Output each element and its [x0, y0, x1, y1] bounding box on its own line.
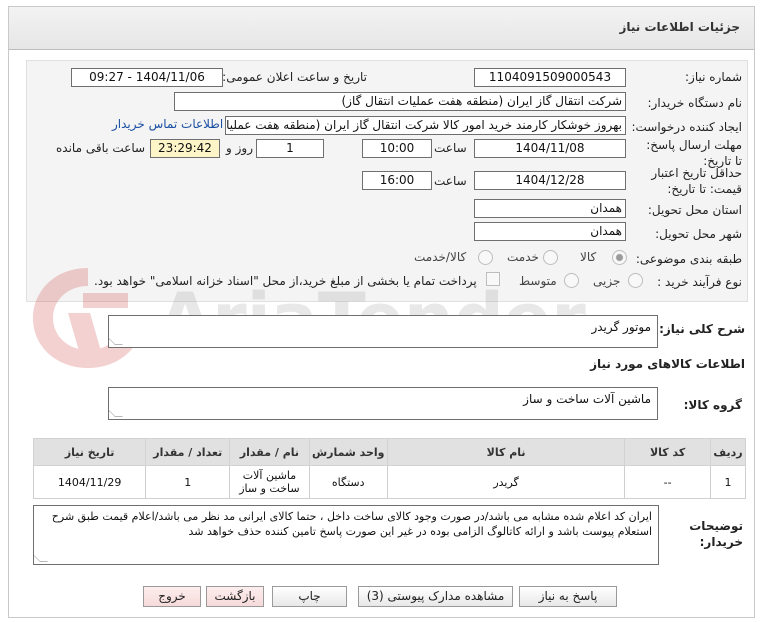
announce-label: تاریخ و ساعت اعلان عمومی: — [222, 70, 367, 84]
cell-name: گریدر — [386, 465, 626, 499]
title-bar: جزئیات اطلاعات نیاز — [8, 6, 755, 50]
category-option-both: کالا/خدمت — [414, 250, 467, 264]
goods-group-text: ماشین آلات ساخت و ساز — [523, 392, 651, 406]
remaining-label: ساعت باقی مانده — [56, 141, 146, 155]
category-label: طبقه بندی موضوعی: — [635, 252, 742, 266]
col-row: ردیف — [710, 438, 746, 466]
col-unit: واحد شمارش — [308, 438, 388, 466]
remaining-timer: 23:29:42 — [150, 139, 220, 158]
resize-handle-icon[interactable] — [109, 409, 123, 417]
description-field: موتور گریدر — [108, 315, 658, 348]
category-option-service: خدمت — [507, 250, 539, 264]
resize-handle-icon[interactable] — [34, 554, 48, 562]
reply-button[interactable]: پاسخ به نیاز — [519, 586, 617, 607]
creator-field: بهروز خوشکار کارمند خرید امور کالا شرکت … — [225, 116, 626, 135]
cell-unit: دستگاه — [308, 465, 388, 499]
days-field: 1 — [256, 139, 324, 158]
table-row[interactable]: 1 -- گریدر دستگاه ماشین آلات ساخت و ساز … — [32, 465, 746, 499]
description-label: شرح کلی نیاز: — [659, 322, 745, 336]
print-button[interactable]: چاپ — [272, 586, 347, 607]
treasury-note: پرداخت تمام یا بخشی از مبلغ خرید،از محل … — [94, 274, 477, 288]
buyer-field: شرکت انتقال گاز ایران (منطقه هفت عملیات … — [174, 92, 626, 111]
buyer-label: نام دستگاه خریدار: — [647, 96, 743, 110]
cell-group: ماشین آلات ساخت و ساز — [229, 465, 310, 499]
cell-qty: 1 — [145, 465, 231, 499]
city-field: همدان — [474, 222, 626, 241]
cell-code: -- — [624, 465, 712, 499]
exit-button[interactable]: خروج — [143, 586, 201, 607]
deadline-date-field: 1404/11/08 — [474, 139, 626, 158]
process-option-minor: جزیی — [593, 274, 621, 288]
goods-table: ردیف کد کالا نام کالا واحد شمارش نام / م… — [32, 438, 746, 499]
col-group: نام / مقدار — [229, 438, 310, 466]
buyer-contact-link[interactable]: اطلاعات تماس خریدار — [112, 117, 223, 131]
category-radio-goods[interactable] — [612, 250, 627, 265]
announce-field: 1404/11/06 - 09:27 — [71, 68, 223, 87]
deadline-time-label: ساعت — [434, 141, 467, 155]
buyer-notes-text: ایران کد اعلام شده مشابه می باشد/در صورت… — [51, 510, 652, 538]
validity-date-field: 1404/12/28 — [474, 171, 626, 190]
category-option-goods: کالا — [580, 250, 597, 264]
goods-group-field: ماشین آلات ساخت و ساز — [108, 387, 658, 420]
province-label: استان محل تحویل: — [647, 203, 742, 217]
back-button[interactable]: بازگشت — [206, 586, 264, 607]
treasury-checkbox[interactable] — [486, 272, 500, 286]
attachments-button[interactable]: مشاهده مدارک پیوستی (3) — [358, 586, 513, 607]
cell-row: 1 — [710, 465, 746, 499]
goods-section-title: اطلاعات کالاهای مورد نیاز — [590, 357, 745, 371]
buyer-notes-label: توضیحات خریدار: — [689, 519, 743, 549]
goods-group-label: گروه کالا: — [683, 398, 742, 412]
days-label: روز و — [226, 141, 253, 155]
col-name: نام کالا — [386, 438, 626, 466]
validity-label: حداقل تاریخ اعتبار قیمت: تا تاریخ: — [651, 166, 742, 196]
col-date: تاریخ نیاز — [32, 438, 147, 466]
process-radio-minor[interactable] — [628, 273, 643, 288]
col-qty: تعداد / مقدار — [145, 438, 231, 466]
col-code: کد کالا — [624, 438, 712, 466]
page-title: جزئیات اطلاعات نیاز — [619, 20, 740, 34]
creator-label: ایجاد کننده درخواست: — [631, 120, 742, 134]
process-radio-medium[interactable] — [564, 273, 579, 288]
process-option-medium: متوسط — [519, 274, 557, 288]
cell-date: 1404/11/29 — [32, 465, 147, 499]
buyer-notes-field: ایران کد اعلام شده مشابه می باشد/در صورت… — [33, 505, 659, 565]
category-radio-service[interactable] — [543, 250, 558, 265]
need-number-field: 1104091509000543 — [474, 68, 626, 87]
deadline-time-field: 10:00 — [362, 139, 432, 158]
description-text: موتور گریدر — [591, 320, 651, 334]
city-label: شهر محل تحویل: — [655, 227, 742, 241]
category-radio-both[interactable] — [478, 250, 493, 265]
need-number-label: شماره نیاز: — [685, 70, 742, 84]
table-header-row: ردیف کد کالا نام کالا واحد شمارش نام / م… — [32, 438, 746, 466]
validity-time-field: 16:00 — [362, 171, 432, 190]
process-label: نوع فرآیند خرید : — [657, 275, 742, 289]
province-field: همدان — [474, 199, 626, 218]
validity-time-label: ساعت — [434, 174, 467, 188]
resize-handle-icon[interactable] — [109, 337, 123, 345]
